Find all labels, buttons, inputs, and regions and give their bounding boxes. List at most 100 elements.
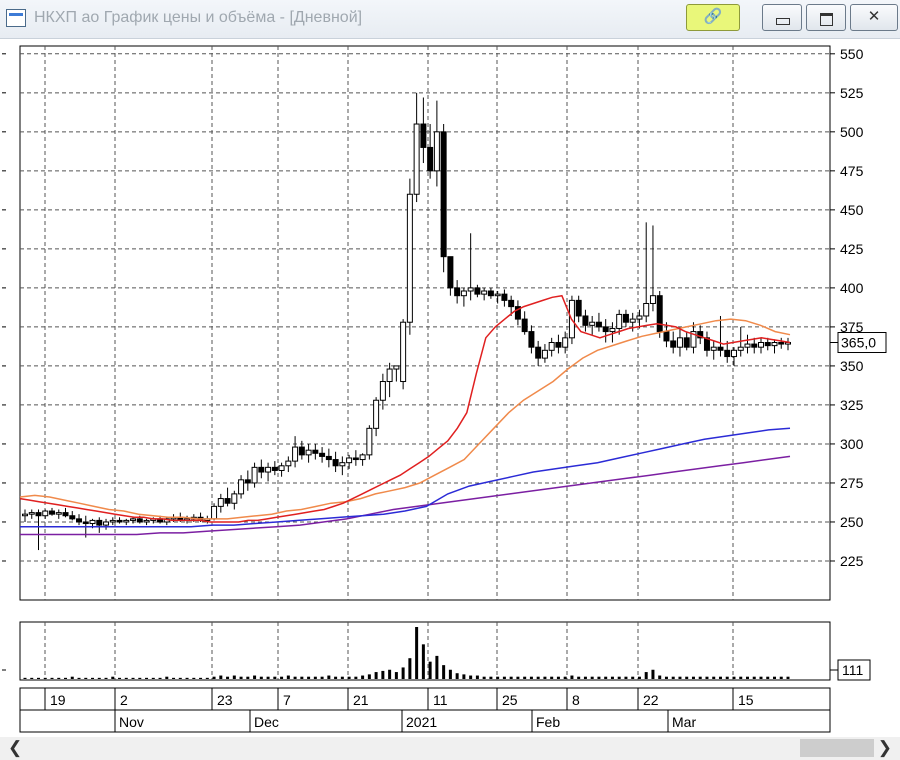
volume-bar (644, 672, 648, 679)
volume-bar (502, 676, 506, 679)
volume-bar (529, 676, 533, 679)
price-volume-chart: 2252502753003253503754004254504755005255… (2, 45, 887, 733)
volume-bar (367, 674, 371, 679)
volume-value-label: 111 (842, 662, 863, 678)
candle-body (258, 466, 265, 473)
volume-bar (496, 676, 500, 679)
candle-body (325, 455, 332, 461)
volume-bar (23, 677, 27, 679)
volume-bar (138, 677, 142, 679)
volume-bar (617, 676, 621, 679)
volume-bar (739, 676, 743, 679)
volume-bar (631, 676, 635, 679)
candle-body (420, 123, 427, 148)
month-label: Feb (536, 714, 560, 730)
volume-bar (698, 676, 702, 679)
candle-body (332, 459, 339, 467)
volume-bar (469, 675, 473, 679)
candle-body (217, 498, 224, 507)
volume-bar (590, 676, 594, 679)
volume-bar (226, 676, 230, 679)
candle-body (656, 295, 663, 333)
volume-bar (637, 676, 641, 679)
volume-bar (691, 676, 695, 679)
candle-body (143, 519, 150, 523)
volume-bar (192, 677, 196, 679)
volume-bar (259, 676, 263, 679)
volume-bar (772, 676, 776, 679)
volume-bar (408, 658, 412, 679)
candle-body (116, 519, 123, 523)
volume-bar (651, 669, 655, 679)
candle-body (123, 519, 130, 523)
candle-body (238, 479, 245, 495)
candle-body (440, 131, 447, 258)
volume-bar (307, 676, 311, 679)
month-label: 2021 (406, 714, 437, 730)
day-label: 22 (643, 692, 659, 708)
candle-body (103, 521, 110, 526)
candle-body (501, 293, 508, 301)
candle-body (89, 519, 96, 525)
candle-body (393, 365, 400, 370)
candle-body (602, 326, 609, 333)
price-tick-label: 350 (840, 358, 864, 374)
volume-bar (64, 677, 68, 679)
candle-body (136, 518, 143, 523)
volume-bar (118, 677, 122, 679)
candle-body (629, 318, 636, 323)
candle-body (494, 293, 501, 297)
candle-body (62, 512, 69, 517)
volume-bar (664, 676, 668, 679)
volume-bar (786, 676, 790, 679)
volume-bar (151, 677, 155, 679)
candle-body (251, 466, 258, 484)
candle-body (55, 512, 62, 515)
candle-body (649, 295, 656, 304)
candle-body (433, 131, 440, 172)
volume-bar (725, 676, 729, 679)
candle-body (508, 299, 515, 308)
volume-bar (779, 676, 783, 679)
volume-bar (624, 676, 628, 679)
horizontal-scrollbar[interactable]: ❮ ❯ (0, 737, 900, 760)
volume-bar (293, 676, 297, 679)
volume-bar (77, 677, 81, 679)
month-label: Nov (119, 714, 144, 730)
candle-body (278, 465, 285, 471)
candle-body (737, 346, 744, 351)
day-label: 19 (50, 692, 66, 708)
scroll-thumb[interactable] (800, 739, 874, 757)
volume-bar (577, 676, 581, 679)
candle-body (751, 343, 758, 348)
volume-bar (442, 665, 446, 679)
candle-body (555, 342, 562, 348)
candle-body (28, 512, 35, 515)
volume-bar (421, 644, 425, 679)
candle-body (460, 290, 467, 297)
candle-body (359, 454, 366, 461)
candle-body (271, 466, 278, 471)
day-label: 21 (353, 692, 369, 708)
day-label: 11 (433, 692, 448, 708)
candle-body (69, 515, 76, 520)
price-tick-label: 300 (840, 436, 864, 452)
scroll-right-icon[interactable]: ❯ (878, 738, 892, 758)
volume-panel (19, 621, 831, 681)
volume-bar (43, 677, 47, 679)
volume-bar (678, 676, 682, 679)
candle-body (298, 446, 305, 456)
volume-bar (752, 676, 756, 679)
volume-bar (212, 676, 216, 679)
volume-bar (199, 677, 203, 679)
scroll-left-icon[interactable]: ❮ (8, 738, 22, 758)
candle-body (467, 287, 474, 292)
volume-bar (705, 676, 709, 679)
candle-body (130, 518, 137, 521)
volume-bar (745, 676, 749, 679)
volume-bar (145, 677, 149, 679)
candle-body (562, 337, 569, 348)
volume-bar (232, 675, 236, 679)
volume-bar (428, 661, 432, 679)
candle-body (211, 505, 218, 520)
